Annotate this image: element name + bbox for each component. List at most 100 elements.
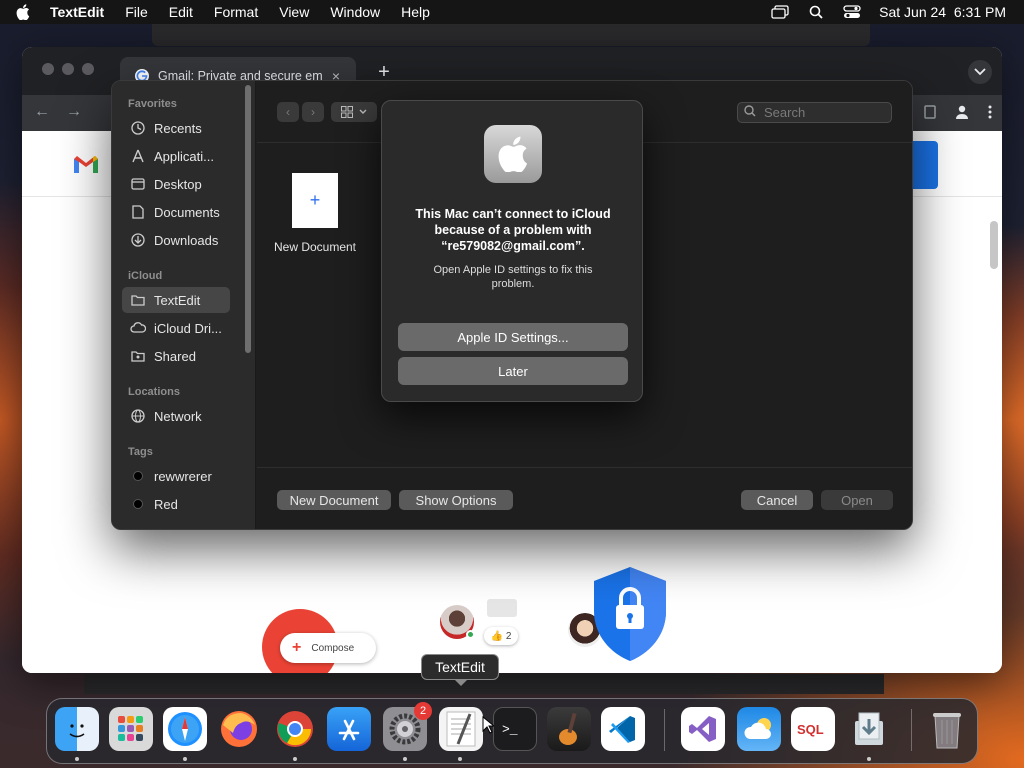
menu-view[interactable]: View (279, 4, 309, 20)
new-document-tile-label: New Document (273, 240, 357, 254)
sidebar-scrollbar[interactable] (245, 85, 251, 353)
sidebar-section-locations: Locations (128, 386, 180, 398)
firefox-icon[interactable] (217, 707, 261, 751)
menu-file[interactable]: File (125, 4, 148, 20)
screen-mirroring-icon[interactable] (771, 5, 789, 19)
sidebar-tag-red[interactable]: Red (122, 491, 230, 517)
sidebar-item-label: Desktop (154, 176, 202, 192)
sidebar-item-label: rewwrerer (154, 468, 212, 484)
menu-app-name[interactable]: TextEdit (50, 4, 104, 20)
finder-icon[interactable] (55, 707, 99, 751)
sidebar-item-textedit[interactable]: TextEdit (122, 287, 230, 313)
sidebar-item-label: iCloud Dri... (154, 320, 222, 336)
chevron-down-icon (359, 109, 367, 114)
sidebar-section-tags: Tags (128, 446, 153, 458)
sidebar-item-label: TextEdit (154, 292, 201, 308)
launchpad-icon[interactable] (109, 707, 153, 751)
online-status-dot (466, 630, 475, 639)
sidebar-item-label: Shared (154, 348, 196, 364)
sidebar-item-network[interactable]: Network (122, 403, 230, 429)
sidebar-item-shared[interactable]: Shared (122, 343, 230, 369)
search-input[interactable]: Search (737, 102, 892, 123)
sidebar-item-icloud-drive[interactable]: iCloud Dri... (122, 315, 230, 341)
dock-separator (664, 709, 665, 751)
menubar-clock[interactable]: Sat Jun 24 6:31 PM (879, 4, 1006, 20)
back-button[interactable]: ‹ (277, 102, 299, 122)
new-document-icon: + (292, 173, 338, 228)
forward-arrow-icon[interactable]: → (66, 103, 82, 121)
view-mode-button[interactable] (331, 102, 377, 122)
sidebar-item-desktop[interactable]: Desktop (122, 171, 230, 197)
svg-text:SQL: SQL (797, 722, 824, 737)
apple-id-settings-button[interactable]: Apple ID Settings... (398, 323, 628, 351)
sql-icon[interactable]: SQL (791, 707, 835, 751)
profile-icon[interactable] (954, 104, 970, 125)
trash-icon[interactable] (925, 707, 969, 751)
terminal-icon[interactable]: >_ (493, 707, 537, 751)
sidebar-item-applications[interactable]: Applicati... (122, 143, 230, 169)
spotlight-search-icon[interactable] (807, 5, 825, 19)
textedit-icon[interactable] (439, 707, 483, 751)
menu-edit[interactable]: Edit (169, 4, 193, 20)
globe-icon (130, 408, 146, 424)
sidebar-section-favorites: Favorites (128, 98, 177, 110)
sidebar-item-downloads[interactable]: Downloads (122, 227, 230, 253)
alert-message: Open Apple ID settings to fix this probl… (433, 264, 593, 290)
cancel-button[interactable]: Cancel (741, 490, 813, 510)
sidebar-item-label: Downloads (154, 232, 219, 248)
open-button[interactable]: Open (821, 490, 893, 510)
window-zoom-button[interactable] (82, 63, 94, 75)
back-arrow-icon[interactable]: ← (34, 103, 50, 121)
panel-sidebar: Favorites Recents Applicati... Desktop D… (112, 81, 256, 529)
garageband-icon[interactable] (547, 707, 591, 751)
safari-icon[interactable] (163, 707, 207, 751)
panel-bottom-bar: New Document Show Options Cancel Open (257, 467, 912, 529)
desktop-icon (130, 176, 146, 192)
compose-illustration: + Compose (280, 633, 376, 663)
new-document-button[interactable]: New Document (277, 490, 391, 510)
show-options-button[interactable]: Show Options (399, 490, 513, 510)
menu-window[interactable]: Window (330, 4, 380, 20)
menu-help[interactable]: Help (401, 4, 430, 20)
chrome-icon[interactable] (273, 707, 317, 751)
sidebar-icon[interactable] (924, 105, 936, 124)
chrome-menu-icon[interactable] (988, 105, 992, 124)
sidebar-item-label: Documents (154, 204, 220, 220)
sidebar-item-documents[interactable]: Documents (122, 199, 230, 225)
later-button[interactable]: Later (398, 357, 628, 385)
gmail-signin-button[interactable] (912, 141, 938, 189)
visual-studio-icon[interactable] (681, 707, 725, 751)
sidebar-item-label: Red (154, 496, 178, 512)
dock-separator (911, 709, 912, 751)
apple-logo-icon (484, 125, 542, 183)
running-indicator (458, 757, 462, 761)
shared-folder-icon (130, 348, 146, 364)
page-scrollbar[interactable] (990, 221, 998, 269)
running-indicator (867, 757, 871, 761)
mouse-cursor-icon (482, 715, 496, 739)
new-document-tile[interactable]: + New Document (267, 173, 363, 254)
sidebar-item-label: Network (154, 408, 202, 424)
window-minimize-button[interactable] (62, 63, 74, 75)
window-close-button[interactable] (42, 63, 54, 75)
compose-label: Compose (311, 642, 355, 654)
menu-format[interactable]: Format (214, 4, 258, 20)
control-center-icon[interactable] (843, 5, 861, 19)
download-icon (130, 232, 146, 248)
app-store-icon[interactable] (327, 707, 371, 751)
running-indicator (75, 757, 79, 761)
weather-icon[interactable] (737, 707, 781, 751)
background-window (152, 24, 870, 46)
plus-icon: + (292, 639, 302, 656)
sidebar-tag-rewwrerer[interactable]: rewwrerer (122, 463, 230, 489)
tab-search-button[interactable] (968, 60, 992, 84)
vscode-icon[interactable] (601, 707, 645, 751)
gmail-logo-icon[interactable] (72, 153, 100, 180)
cloud-icon (130, 320, 146, 336)
downloads-folder-icon[interactable] (847, 707, 891, 751)
sidebar-item-label: Recents (154, 120, 202, 136)
forward-button[interactable]: › (302, 102, 324, 122)
sidebar-item-recents[interactable]: Recents (122, 115, 230, 141)
svg-text:>_: >_ (502, 722, 518, 737)
apple-menu-icon[interactable] (16, 4, 36, 20)
